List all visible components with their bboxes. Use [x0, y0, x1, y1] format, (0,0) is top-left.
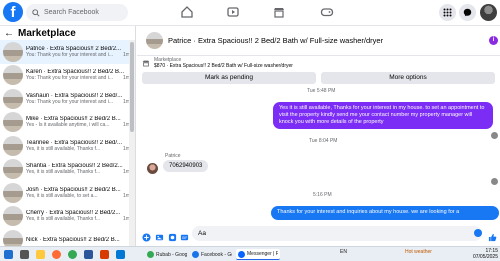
listing-summary: Marketplace $870 · Extra Spacious!! 2 Be…: [142, 57, 497, 69]
outgoing-message: Yes it is still available, Thanks for yo…: [273, 102, 493, 129]
marketplace-icon: [142, 60, 150, 67]
conversation-item[interactable]: Mike · Extra Spacious!! 2 Bed/2 B... Yes …: [0, 111, 135, 135]
listing-thumbnail: [3, 159, 23, 180]
read-receipt-avatar: [491, 178, 498, 185]
listing-thumbnail[interactable]: [146, 32, 163, 49]
app-icon: [192, 251, 199, 258]
conversation-item[interactable]: Nick · Extra Spacious!! 2 Bed/2 B...: [0, 228, 135, 246]
conversation-list: Patrice · Extra Spacious!! 2 Bed/2... You…: [0, 40, 135, 246]
taskbar-app[interactable]: Messenger | Faceb...: [236, 249, 280, 260]
app-icon: [238, 250, 245, 258]
language-indicator[interactable]: EN: [340, 249, 347, 255]
listing-thumbnail: [3, 135, 23, 156]
marketplace-icon[interactable]: [272, 5, 286, 19]
emoji-icon[interactable]: [474, 229, 482, 237]
home-icon[interactable]: [180, 5, 194, 19]
timestamp: Tue 8:04 PM: [309, 138, 338, 144]
search-icon: [32, 8, 40, 17]
search-input[interactable]: Search Facebook: [26, 4, 128, 21]
inbox-header: ← Marketplace: [0, 26, 135, 40]
conversation-snippet: You: Thank you for your interest and i..…: [26, 51, 113, 58]
search-placeholder: Search Facebook: [44, 9, 99, 16]
word-icon[interactable]: [84, 250, 93, 259]
edge-icon[interactable]: [116, 250, 125, 259]
listing-thumbnail: [3, 88, 23, 109]
listing-thumbnail: [3, 229, 23, 246]
incoming-message: 7062940903: [163, 160, 209, 172]
photo-icon[interactable]: [155, 229, 164, 241]
timestamp: Tue 5:48 PM: [307, 88, 336, 94]
conversation-snippet: Yes, it is still available, Thanks f...: [26, 169, 101, 176]
windows-taskbar: Rubab - Google Sh... Facebook - Google ..…: [0, 246, 500, 261]
mark-as-pending-button[interactable]: Mark as pending: [142, 72, 316, 84]
conversation-snippet: Yes, it is still available, Thanks f...: [26, 216, 101, 223]
marketplace-inbox: ← Marketplace Patrice · Extra Spacious!!…: [0, 26, 136, 246]
listing-thumbnail: [3, 112, 23, 133]
listing-thumbnail: [3, 206, 23, 227]
conversation-name: Nick · Extra Spacious!! 2 Bed/2 B...: [26, 236, 120, 243]
menu-grid-icon[interactable]: [439, 4, 456, 21]
info-icon[interactable]: i: [489, 36, 498, 45]
conversation-item[interactable]: Karen · Extra Spacious!! 2 Bed/2 B... You…: [0, 64, 135, 88]
back-arrow-icon[interactable]: ←: [4, 28, 14, 39]
listing-price-title[interactable]: $870 · Extra Spacious!! 2 Bed/2 Bath w/ …: [154, 63, 293, 69]
top-navigation-bar: f Search Facebook: [0, 0, 500, 26]
gaming-icon[interactable]: [320, 5, 334, 19]
conversation-item[interactable]: Shantia · Extra Spacious!! 2 Bed/2... Yes…: [0, 158, 135, 182]
chat-header: Patrice · Extra Spacious!! 2 Bed/2 Bath …: [137, 26, 500, 56]
plus-icon[interactable]: [142, 229, 151, 242]
scrollbar-thumb[interactable]: [130, 42, 134, 132]
conversation-item[interactable]: Tearinee · Extra Spacious!! 2 Bed/... Yes…: [0, 134, 135, 158]
conversation-snippet: Yes, it is still available, to set a...: [26, 192, 98, 199]
video-icon[interactable]: [226, 5, 240, 19]
conversation-snippet: You: Thank you for your interest and i..…: [26, 98, 113, 105]
message-input[interactable]: Aa: [192, 226, 482, 241]
sticker-icon[interactable]: [168, 229, 177, 242]
listing-thumbnail: [3, 41, 23, 62]
conversation-item[interactable]: Vashaun · Extra Spacious!! 2 Bed/... You:…: [0, 87, 135, 111]
listing-thumbnail: [3, 65, 23, 86]
outgoing-message: Thanks for your interest and inquiries a…: [271, 206, 499, 220]
messenger-icon[interactable]: [459, 4, 476, 21]
start-menu-icon[interactable]: [4, 250, 13, 259]
firefox-icon[interactable]: [52, 250, 61, 259]
sender-name: Patrice: [165, 153, 181, 159]
search-taskbar-icon[interactable]: [20, 250, 29, 259]
gif-icon[interactable]: GIF: [180, 229, 189, 241]
app-icon: [147, 251, 154, 258]
page-title: Marketplace: [18, 27, 76, 39]
conversation-snippet: You: Thank you for your interest and i..…: [26, 75, 113, 82]
taskbar-app[interactable]: Rubab - Google Sh...: [145, 249, 189, 260]
conversation-item[interactable]: Patrice · Extra Spacious!! 2 Bed/2... You…: [0, 40, 135, 64]
more-options-button[interactable]: More options: [321, 72, 495, 84]
taskbar-app-label: Facebook - Google ...: [201, 251, 232, 258]
weather-widget[interactable]: Hot weather: [405, 249, 432, 255]
svg-text:GIF: GIF: [182, 236, 187, 240]
chat-title[interactable]: Patrice · Extra Spacious!! 2 Bed/2 Bath …: [168, 36, 383, 45]
conversation-item[interactable]: Josh · Extra Spacious!! 2 Bed/2 B... Yes,…: [0, 181, 135, 205]
file-explorer-icon[interactable]: [36, 250, 45, 259]
facebook-logo[interactable]: f: [3, 2, 23, 22]
listing-thumbnail: [3, 182, 23, 203]
like-icon[interactable]: [488, 229, 497, 242]
taskbar-app[interactable]: Facebook - Google ...: [190, 249, 234, 260]
listing-actions: Mark as pending More options: [142, 72, 495, 84]
sender-avatar[interactable]: [147, 163, 158, 174]
clock[interactable]: 17:15 07/05/2025: [468, 248, 498, 260]
conversation-snippet: Yes - Is it available anytime, i will ca…: [26, 122, 110, 129]
taskbar-app-label: Messenger | Faceb...: [247, 251, 278, 257]
chat-panel: Patrice · Extra Spacious!! 2 Bed/2 Bath …: [137, 26, 500, 246]
app-icon[interactable]: [100, 250, 109, 259]
chrome-icon[interactable]: [68, 250, 77, 259]
taskbar-app-label: Rubab - Google Sh...: [156, 251, 187, 258]
conversation-snippet: Yes, it is still available, Thanks f...: [26, 145, 101, 152]
message-composer: GIF Aa: [137, 222, 500, 246]
profile-avatar[interactable]: [480, 4, 497, 21]
conversation-item[interactable]: Cherry · Extra Spacious!! 2 Bed/2... Yes,…: [0, 205, 135, 229]
timestamp: 5:16 PM: [313, 192, 332, 198]
read-receipt-avatar: [491, 132, 498, 139]
clock-date: 07/05/2025: [472, 254, 498, 260]
